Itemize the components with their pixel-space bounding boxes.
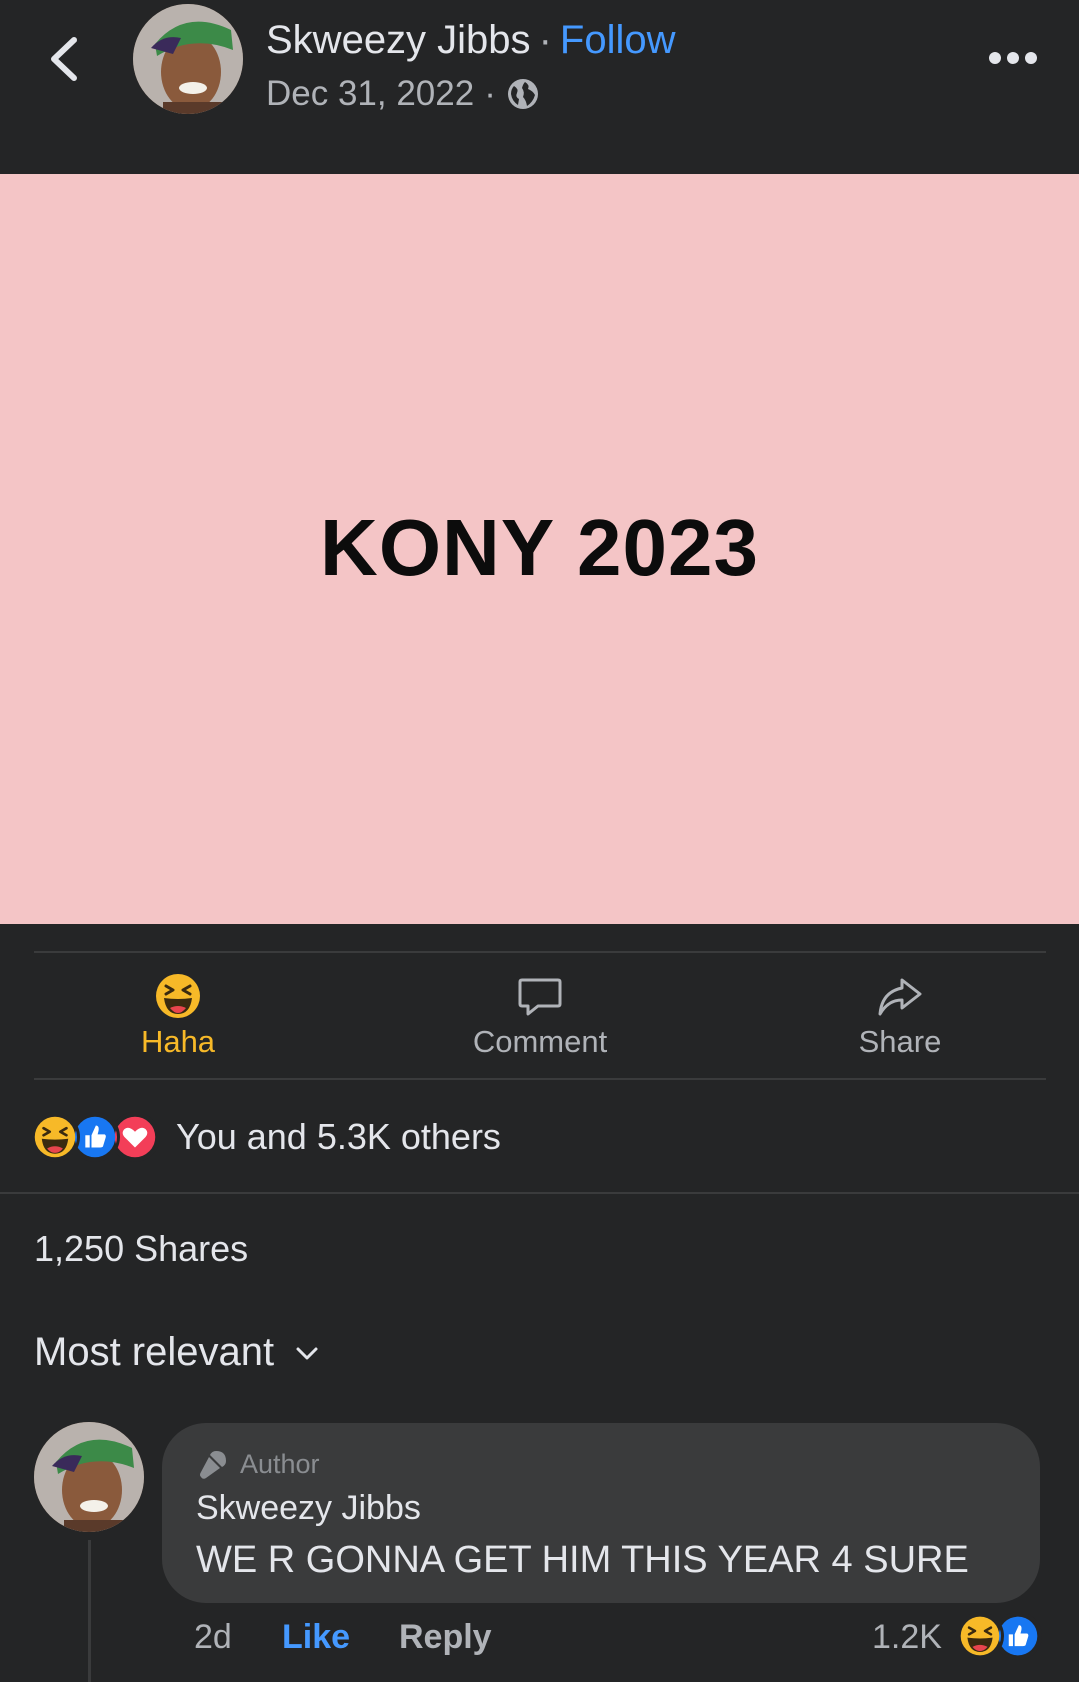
- avatar-image: [133, 4, 243, 114]
- haha-reaction-button[interactable]: Haha: [68, 972, 288, 1064]
- post-date[interactable]: Dec 31, 2022: [266, 74, 474, 114]
- comment-reply-button[interactable]: Reply: [399, 1618, 492, 1657]
- reaction-summary-text: You and 5.3K others: [176, 1116, 501, 1157]
- author-badge-label: Author: [240, 1448, 320, 1479]
- shares-count[interactable]: 1,250 Shares: [34, 1228, 248, 1270]
- share-icon: [878, 978, 922, 1016]
- comment-reactions[interactable]: [956, 1612, 1042, 1660]
- share-button[interactable]: Share: [790, 972, 1010, 1064]
- microphone-icon: [200, 1451, 226, 1479]
- separator-dot: ·: [538, 18, 552, 62]
- divider-top: [34, 951, 1046, 953]
- comment-author-name[interactable]: Skweezy Jibbs: [196, 1489, 421, 1528]
- divider-bottom: [34, 1078, 1046, 1080]
- commenter-avatar[interactable]: [34, 1422, 144, 1532]
- author-name[interactable]: Skweezy Jibbs: [266, 18, 531, 62]
- post-text: KONY 2023: [320, 503, 759, 592]
- globe-icon: [507, 79, 538, 109]
- reaction-summary[interactable]: You and 5.3K others: [30, 1110, 501, 1164]
- haha-label: Haha: [140, 1024, 216, 1059]
- author-badge: Author: [196, 1447, 320, 1481]
- post-meta: Dec 31, 2022 ·: [266, 74, 540, 114]
- follow-button[interactable]: Follow: [560, 18, 676, 62]
- chevron-left-icon: [51, 37, 77, 81]
- author-line: Skweezy Jibbs · Follow: [266, 18, 675, 63]
- comment-time: 2d: [194, 1618, 232, 1656]
- post-header: Skweezy Jibbs · Follow Dec 31, 2022 ·: [0, 0, 1079, 174]
- comment-bubble[interactable]: Author Skweezy Jibbs WE R GONNA GET HIM …: [162, 1423, 1040, 1603]
- comment-like-button[interactable]: Like: [282, 1618, 350, 1657]
- author-avatar[interactable]: [133, 4, 243, 114]
- sort-label: Most relevant: [34, 1330, 275, 1374]
- share-label: Share: [858, 1024, 942, 1059]
- avatar-image: [34, 1422, 144, 1532]
- more-options-button[interactable]: [988, 46, 1038, 70]
- haha-reaction-icon: [156, 974, 200, 1018]
- thread-line: [88, 1540, 91, 1682]
- comment-sort-dropdown[interactable]: Most relevant: [34, 1330, 322, 1375]
- separator-dot: ·: [484, 74, 496, 113]
- comment-button[interactable]: Comment: [430, 972, 650, 1064]
- chevron-down-icon: [296, 1347, 318, 1359]
- haha-icon: [30, 1112, 80, 1162]
- more-dots-icon: [989, 52, 1037, 64]
- comment-reaction-count[interactable]: 1.2K: [872, 1618, 942, 1657]
- comment-text: WE R GONNA GET HIM THIS YEAR 4 SURE: [196, 1539, 969, 1581]
- comment-label: Comment: [472, 1024, 608, 1059]
- back-button[interactable]: [44, 34, 84, 84]
- comment-icon: [518, 978, 562, 1016]
- haha-icon: [956, 1612, 1004, 1660]
- post-image[interactable]: KONY 2023: [0, 174, 1079, 924]
- section-divider: [0, 1192, 1079, 1194]
